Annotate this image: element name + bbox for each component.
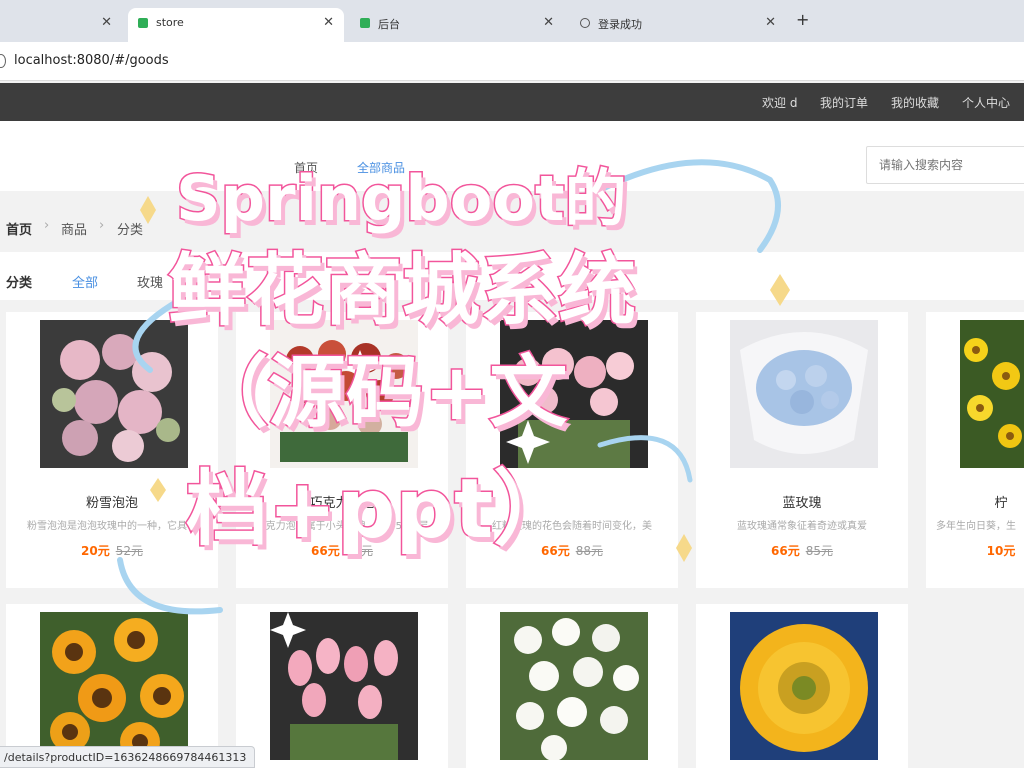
promo-overlay: Springboot的 鲜花商城系统 （源码+文 档+ppt） bbox=[0, 0, 1024, 768]
overlay-title-line1: Springboot的 bbox=[175, 161, 629, 237]
overlay-title-line2: 鲜花商城系统 bbox=[166, 245, 637, 338]
overlay-title-line4: 档+ppt） bbox=[184, 461, 576, 559]
overlay-title-line3: （源码+文 bbox=[188, 347, 568, 440]
